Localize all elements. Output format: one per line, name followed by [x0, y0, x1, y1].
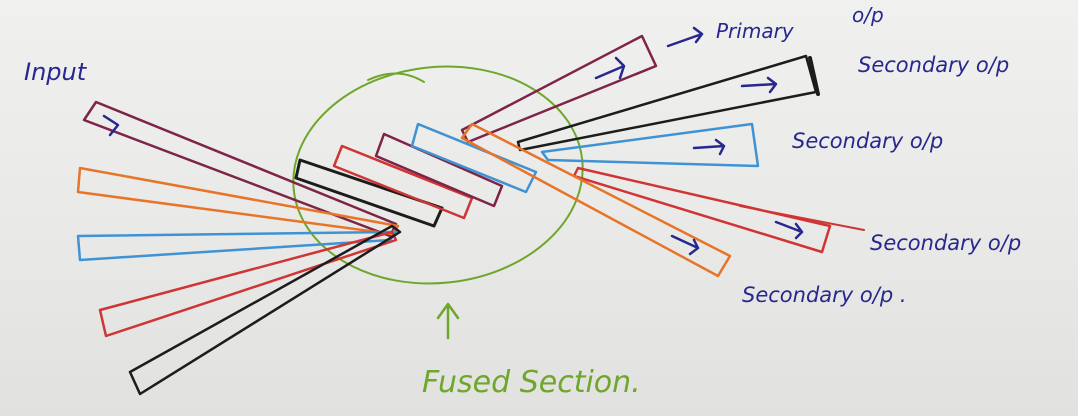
primary-label-arrow-icon [666, 26, 704, 48]
secondary-label-2: Secondary o/p [792, 129, 943, 153]
secondary-label-1: Secondary o/p [858, 53, 1009, 77]
whiteboard: Input Primary o/p Secondary o/p Secondar… [0, 0, 1078, 416]
fused-up-arrow-icon [436, 302, 460, 340]
output-fiber-blue [540, 122, 760, 168]
output-fiber-red-extra [739, 205, 865, 231]
secondary-label-3: Secondary o/p [870, 231, 1021, 255]
secondary-arrow-icon-2 [692, 138, 726, 156]
secondary-arrow-icon-3 [774, 220, 804, 240]
secondary-label-4: Secondary o/p . [742, 283, 907, 307]
input-label: Input [24, 58, 88, 86]
fused-section-label: Fused Section. [422, 365, 641, 400]
fiber-coupler-diagram: Input Primary o/p Secondary o/p Secondar… [24, 3, 1021, 400]
primary-label: Primary [716, 19, 795, 43]
secondary-arrow-icon-1 [740, 76, 778, 94]
output-fiber-purple [460, 34, 658, 144]
fused-segment-purple [374, 132, 504, 208]
primary-op-label: o/p [852, 3, 884, 27]
output-fiber-red [572, 166, 832, 254]
primary-arrow-icon [594, 56, 626, 80]
